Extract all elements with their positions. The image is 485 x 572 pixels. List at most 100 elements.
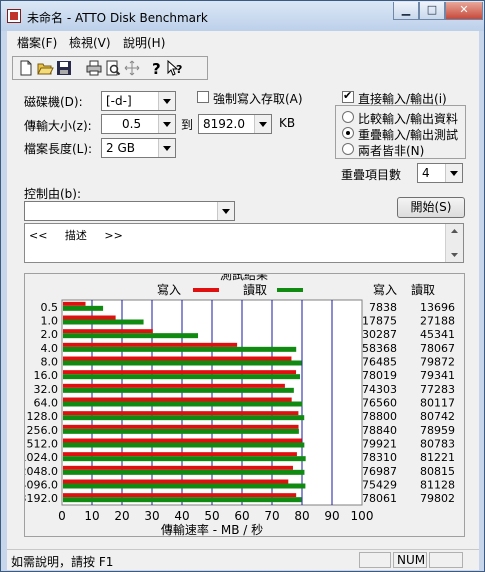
category-label: 16.0 <box>34 369 59 382</box>
radio-neither-label: 兩者皆非(N) <box>358 144 425 158</box>
read-value: 45341 <box>420 328 455 341</box>
write-value: 30287 <box>362 328 397 341</box>
description-scrollbar[interactable] <box>445 224 463 262</box>
queue-depth-select[interactable]: 4 <box>417 163 463 183</box>
maximize-button[interactable]: □ <box>419 2 445 20</box>
transfer-to-select[interactable]: 8192.0 <box>198 114 272 134</box>
category-label: 256.0 <box>27 424 59 437</box>
menu-view[interactable]: 檢視(V) <box>69 34 111 51</box>
svg-text:?: ? <box>176 63 182 76</box>
write-bar <box>63 493 297 498</box>
x-tick-label: 50 <box>204 509 219 523</box>
results-group: 測試結果 寫入 讀取 寫入 讀取 0 10 20 30 40 50 60 70 80 90 100 傳輸速率 -… <box>24 273 465 537</box>
transfer-from-value: 0.5 <box>122 117 142 131</box>
close-button[interactable]: ✕ <box>445 2 483 20</box>
legend-write-swatch <box>193 288 219 292</box>
category-label: 2.0 <box>41 328 59 341</box>
direct-io-checkbox[interactable] <box>342 89 354 103</box>
move-icon[interactable] <box>123 59 141 77</box>
chevron-down-icon[interactable] <box>158 139 175 157</box>
transfer-to-value: 8192.0 <box>203 117 245 131</box>
transfer-from-select[interactable]: 0.5 <box>101 114 176 134</box>
read-value: 80815 <box>420 465 455 478</box>
write-bar <box>63 329 153 334</box>
status-bar: 如需說明，請按 F1 NUM <box>7 549 479 570</box>
new-icon[interactable] <box>17 59 35 77</box>
read-value: 27188 <box>420 315 455 328</box>
help-icon[interactable]: ? <box>147 59 165 78</box>
app-icon <box>7 9 21 23</box>
drive-select[interactable]: [-d-] <box>101 91 176 111</box>
chevron-down-icon[interactable] <box>445 164 462 182</box>
write-bar <box>63 411 299 416</box>
radio-overlapped-label: 重疊輸入/輸出測試 <box>358 128 459 142</box>
print-preview-icon[interactable] <box>104 59 122 77</box>
read-value: 81221 <box>420 451 455 464</box>
file-length-label: 檔案長度(L): <box>24 142 93 156</box>
write-value: 76987 <box>362 465 397 478</box>
file-length-select[interactable]: 2 GB <box>101 138 176 158</box>
num-lock-indicator: NUM <box>393 552 427 568</box>
x-tick-label: 0 <box>58 509 66 523</box>
read-value: 77283 <box>420 383 455 396</box>
minimize-button[interactable]: ▁ <box>393 2 419 20</box>
category-label: 2048.0 <box>25 465 58 478</box>
write-value: 79921 <box>362 438 397 451</box>
read-value: 79872 <box>420 356 455 369</box>
read-value: 79341 <box>420 369 455 382</box>
status-panel-1 <box>359 552 391 568</box>
write-column-header: 寫入 <box>373 282 397 297</box>
queue-depth-value: 4 <box>422 166 430 180</box>
write-value: 78310 <box>362 451 397 464</box>
read-bar <box>63 401 303 407</box>
controlled-by-label: 控制由(b): <box>24 187 82 201</box>
x-tick-label: 60 <box>234 509 249 523</box>
write-value: 75429 <box>362 479 397 492</box>
x-tick-label: 80 <box>294 509 309 523</box>
context-help-icon[interactable]: ? <box>166 59 184 77</box>
write-bar <box>63 383 285 388</box>
category-label: 512.0 <box>27 438 59 451</box>
read-bar <box>63 469 305 475</box>
read-bar <box>63 442 305 448</box>
category-label: 4.0 <box>41 342 59 355</box>
radio-compare[interactable] <box>342 111 354 123</box>
write-bar <box>63 370 297 375</box>
category-label: 64.0 <box>34 397 59 410</box>
write-bar <box>63 342 238 347</box>
print-icon[interactable] <box>85 59 103 77</box>
menu-file[interactable]: 檔案(F) <box>17 34 57 51</box>
radio-neither[interactable] <box>342 143 354 155</box>
read-value: 78959 <box>420 424 455 437</box>
chevron-down-icon[interactable] <box>158 92 175 110</box>
category-label: 32.0 <box>34 383 59 396</box>
write-bar <box>63 356 292 361</box>
write-bar <box>63 438 302 443</box>
chevron-down-icon[interactable] <box>254 115 271 133</box>
read-bar <box>63 305 104 311</box>
chevron-down-icon[interactable] <box>158 115 175 133</box>
status-help-text: 如需說明，請按 F1 <box>11 555 114 569</box>
results-title: 測試結果 <box>220 274 268 282</box>
chevron-down-icon[interactable] <box>217 202 234 220</box>
category-label: 8.0 <box>41 356 59 369</box>
description-box[interactable]: << 描述 >> <box>24 223 464 263</box>
description-text: << 描述 >> <box>29 229 123 242</box>
read-bar <box>63 360 302 366</box>
open-icon[interactable] <box>36 59 54 77</box>
menu-help[interactable]: 說明(H) <box>123 34 165 51</box>
start-button[interactable]: 開始(S) <box>397 197 465 218</box>
category-label: 3192.0 <box>25 492 58 505</box>
write-bar <box>63 315 116 320</box>
category-label: 0.5 <box>41 301 59 314</box>
force-write-checkbox[interactable] <box>197 91 209 103</box>
radio-overlapped[interactable] <box>342 127 354 139</box>
write-bar <box>63 465 293 470</box>
to-label: 到 <box>181 118 194 132</box>
write-value: 78800 <box>362 410 397 423</box>
write-value: 58368 <box>362 342 397 355</box>
toolbar: ? ? <box>12 56 208 80</box>
read-bar <box>63 428 299 434</box>
controlled-by-select[interactable] <box>24 201 235 221</box>
save-icon[interactable] <box>55 59 73 77</box>
